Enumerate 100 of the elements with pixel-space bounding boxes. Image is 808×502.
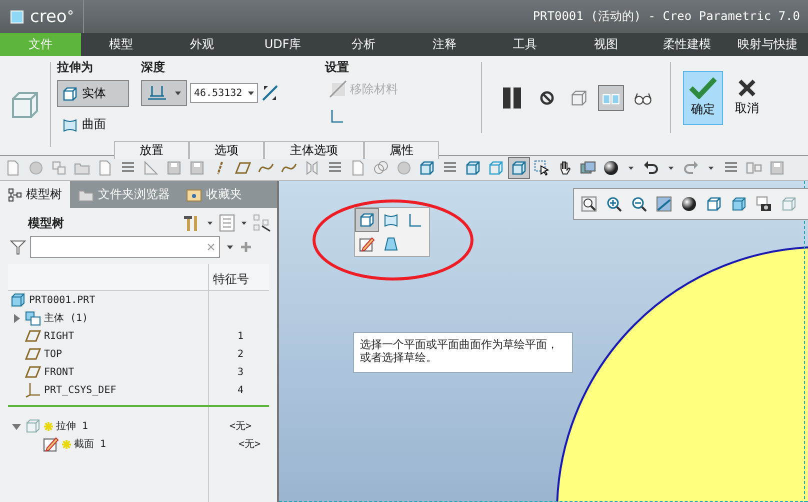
images-icon [580,160,596,176]
settings-list-icon[interactable] [219,214,235,232]
tree-item-label[interactable]: 拉伸 1 [56,419,88,433]
redo-icon [683,160,699,176]
panel-tab[interactable]: 属性 [364,141,439,159]
sphere-icon [396,160,412,176]
cube-icon [781,196,797,212]
insert-marker[interactable] [8,405,269,407]
zoom-in-icon[interactable] [606,196,622,212]
mirror-icon [304,160,320,176]
layout-icon [746,160,762,176]
bracket-icon [407,212,423,228]
menu-tab[interactable]: 外观 [162,33,242,56]
menu-tab[interactable]: 注释 [404,33,485,56]
feature-number: <无> [237,438,262,451]
group-title: 设置 [325,59,350,76]
tree-item-label[interactable]: 主体 (1) [44,311,88,325]
mini-toolbar-button[interactable] [355,208,379,232]
ring-icon [68,10,73,15]
zoom-out-icon[interactable] [631,196,647,212]
menu-tab[interactable]: 分析 [323,33,404,56]
depth-type-button[interactable] [141,80,187,106]
zoom-fit-icon[interactable] [581,196,597,212]
menu-tab[interactable]: 工具 [484,33,566,56]
message-box: 选择一个平面或平面曲面作为草绘平面，或者选择草绘。 [353,332,573,373]
column-header: 特征号 [213,271,249,288]
expand-arrow-icon[interactable] [12,314,21,322]
sphere-icon [603,160,619,176]
surface-icon [62,116,78,132]
collapse-arrow-icon[interactable] [12,422,21,430]
checkmark-icon [689,77,717,99]
navigator-tab[interactable]: 模型树 [0,181,70,208]
pencil-icon [43,436,59,452]
plus-icon[interactable] [240,241,252,253]
feature-number: <无> [228,420,253,433]
cube-icon [25,418,41,434]
sphere-icon [28,160,44,176]
cube-icon [62,86,78,102]
document-icon [97,160,113,176]
cube-icon [359,212,375,228]
tree-item-label[interactable]: RIGHT [44,330,74,342]
tree-item-label[interactable]: 截面 1 [74,437,106,451]
undo-icon [643,160,659,176]
close-icon [737,78,757,98]
tree-item-label[interactable]: FRONT [44,366,74,378]
cubes-icon [25,310,41,326]
surface-icon [383,212,399,228]
option-button[interactable]: 实体 [57,80,129,107]
clear-icon[interactable] [207,243,215,251]
slash-square-icon [329,80,347,98]
tree-item-label[interactable]: PRT_CSYS_DEF [44,384,116,396]
tree-item-label[interactable]: PRT0001.PRT [29,294,96,306]
wireframe-cube-icon [570,88,588,106]
menu-tab[interactable]: UDF库 [242,33,324,56]
pencil-icon [359,236,375,252]
menu-tab[interactable]: 映射与快捷 [727,33,808,56]
group-title: 深度 [141,59,166,76]
sphere-icon [681,196,697,212]
filter-field[interactable] [30,236,220,258]
bracket-icon [329,108,345,124]
parallelogram-icon [235,160,251,176]
ok-button[interactable]: 确定 [683,70,723,124]
feature-number: 2 [236,348,245,360]
parallelogram-icon [25,364,41,380]
cube-icon [511,160,527,176]
wireframe-cube-icon [488,160,504,176]
feature-number: 3 [236,366,245,378]
repaint-icon[interactable] [656,196,672,212]
menu-tab[interactable]: 视图 [566,33,646,56]
panel-title: 模型树 [28,214,65,232]
feature-number: 1 [236,330,245,342]
menu-tab[interactable]: 柔性建模 [646,33,728,56]
pause-icon [500,86,524,110]
panel-tab[interactable]: 选项 [189,141,264,159]
cancel-button[interactable]: 取消 [727,70,767,124]
tree-icon [8,188,22,202]
tree-item-label[interactable]: TOP [44,348,62,360]
camera-icon[interactable] [756,196,772,212]
option-button[interactable]: 曲面 [57,111,129,138]
prohibited-icon [538,88,556,106]
cube-logo-icon [10,10,24,24]
panel-tab[interactable]: 主体选项 [264,141,364,159]
flip-arrows-icon[interactable] [261,84,279,102]
window-title: PRT0001 (活动的) - Creo Parametric 7.0 [532,8,801,25]
copy-icon [51,160,67,176]
tree-visibility-icon[interactable] [253,214,271,232]
depth-field[interactable]: 46.53132 [190,83,258,103]
axes-icon [25,382,41,398]
parallelogram-icon [25,346,41,362]
menu-tab[interactable]: 模型 [80,33,162,56]
document-icon [5,160,21,176]
filter-icon[interactable] [10,239,26,255]
feature-number: 4 [236,384,245,396]
app-logo-text: creo [30,6,67,26]
cube-icon [465,160,481,176]
cube-icon [731,196,747,212]
star-folder-icon [186,186,202,202]
panel-tab[interactable]: 放置 [114,141,189,159]
cube-icon [706,196,722,212]
cube-icon [10,292,26,308]
